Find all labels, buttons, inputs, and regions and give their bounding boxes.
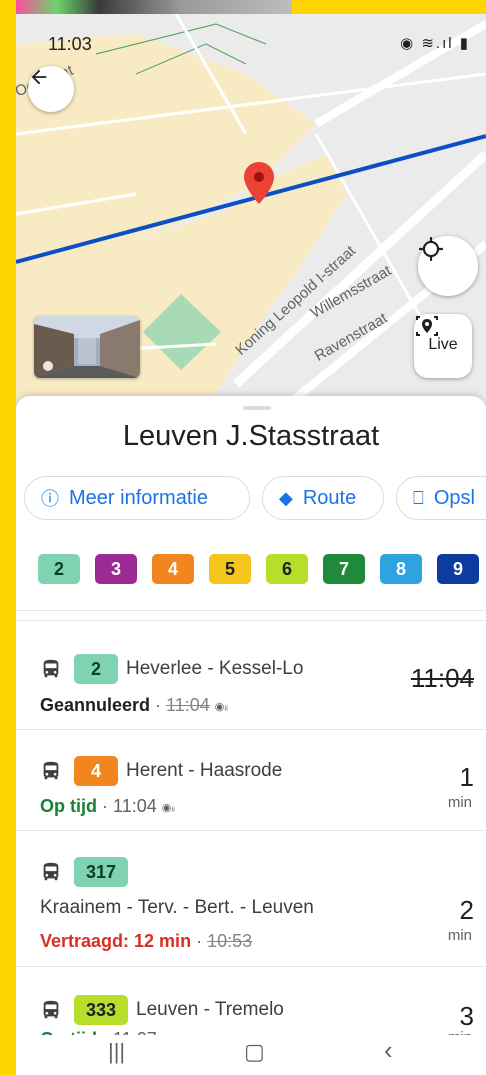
system-nav-bar: ||| ▢ ‹ xyxy=(16,1035,486,1075)
live-view-button[interactable]: Live xyxy=(414,314,472,378)
top-border xyxy=(292,0,486,14)
status-line: Op tijd · 11:04 ◉ᵢᵢ xyxy=(40,796,175,816)
minutes-unit: min xyxy=(447,927,472,944)
scheduled-time: 11:04 xyxy=(166,695,210,715)
map-view[interactable]: Koning Leopold I-straat Willemsstraat Ra… xyxy=(16,14,486,414)
top-photo-strip xyxy=(16,0,292,14)
recents-button[interactable]: ||| xyxy=(108,1039,125,1065)
destination: Heverlee - Kessel-Lo xyxy=(126,658,304,679)
minutes-unit: min xyxy=(447,794,472,811)
scheduled-time: 11:04 xyxy=(113,796,157,816)
street-view-thumbnail[interactable] xyxy=(34,316,140,378)
minutes-until: 2 xyxy=(459,895,474,925)
departure-time: 11:04 xyxy=(410,663,474,693)
back-button[interactable] xyxy=(28,66,74,112)
route-label: Route xyxy=(302,486,357,509)
nav-back-button[interactable]: ‹ xyxy=(384,1035,393,1066)
stop-details-sheet: Leuven J.Stasstraat ⓘ Meer informatie ◆ … xyxy=(16,396,486,1075)
status-icons: ◉ ≋.ıl ▮ xyxy=(400,35,470,52)
route-badge: 2 xyxy=(74,654,118,684)
live-label: Live xyxy=(428,336,458,353)
info-icon: ⓘ xyxy=(41,489,59,509)
destination: Herent - Haasrode xyxy=(126,760,283,781)
line-badge-2[interactable]: 2 xyxy=(38,554,80,584)
live-location-icon xyxy=(416,316,438,336)
route-badge: 333 xyxy=(74,995,128,1025)
status-text: Op tijd xyxy=(40,796,97,816)
directions-icon: ◆ xyxy=(279,487,293,508)
left-border xyxy=(0,0,16,1075)
bus-icon xyxy=(43,862,59,881)
line-badge-7[interactable]: 7 xyxy=(323,554,365,584)
minutes-until: 1 xyxy=(459,762,474,792)
status-time: 11:03 xyxy=(48,34,92,54)
bus-icon xyxy=(43,659,59,678)
status-text: Geannuleerd xyxy=(40,695,151,715)
bus-icon xyxy=(43,1000,59,1019)
line-badge-6[interactable]: 6 xyxy=(266,554,308,584)
line-badge-3[interactable]: 3 xyxy=(95,554,137,584)
sheet-drag-handle[interactable] xyxy=(243,406,271,410)
status-text: Vertraagd: 12 min xyxy=(40,931,192,951)
departure-row-2[interactable]: 2 Heverlee - Kessel-Lo 11:04 Geannuleerd… xyxy=(16,621,486,729)
route-badge: 4 xyxy=(74,756,118,786)
minutes-until: 3 xyxy=(459,1001,474,1031)
line-badge-5[interactable]: 5 xyxy=(209,554,251,584)
save-chip[interactable]: ⎕ Opsl xyxy=(396,476,486,520)
home-button[interactable]: ▢ xyxy=(244,1039,265,1065)
crosshair-icon xyxy=(419,237,443,261)
phone-screen: Koning Leopold I-straat Willemsstraat Ra… xyxy=(16,14,486,1075)
bus-icon xyxy=(43,761,59,780)
bookmark-icon: ⎕ xyxy=(413,487,424,508)
departure-row-333[interactable]: 333 Leuven - Tremelo 3 min Op tijd · 11:… xyxy=(16,967,486,1037)
realtime-icon: ◉ᵢᵢ xyxy=(161,801,175,814)
destination: Leuven - Tremelo xyxy=(136,999,284,1020)
divider xyxy=(16,610,486,611)
status-line: Vertraagd: 12 min · 10:53 xyxy=(40,931,253,951)
status-line: Geannuleerd · 11:04 ◉ᵢᵢ xyxy=(40,695,228,715)
arrow-left-icon xyxy=(31,69,47,85)
departure-row-317[interactable]: 317 Kraainem - Terv. - Bert. - Leuven 2 … xyxy=(16,831,486,966)
line-badge-9[interactable]: 9 xyxy=(437,554,479,584)
departure-row-4[interactable]: 4 Herent - Haasrode 1 min Op tijd · 11:0… xyxy=(16,730,486,830)
destination: Kraainem - Terv. - Bert. - Leuven xyxy=(40,897,314,918)
save-label: Opsl xyxy=(433,486,475,509)
street-view-image xyxy=(34,316,140,378)
scheduled-time: 10:53 xyxy=(207,931,253,951)
route-badge: 317 xyxy=(74,857,128,887)
realtime-icon: ◉ᵢᵢ xyxy=(214,700,228,713)
route-chip[interactable]: ◆ Route xyxy=(262,476,384,520)
map-pin-icon[interactable] xyxy=(244,162,274,204)
line-badge-4[interactable]: 4 xyxy=(152,554,194,584)
my-location-button[interactable] xyxy=(418,236,478,296)
stop-title: Leuven J.Stasstraat xyxy=(122,420,380,452)
more-info-chip[interactable]: ⓘ Meer informatie xyxy=(24,476,250,520)
more-info-label: Meer informatie xyxy=(69,486,208,509)
line-badge-8[interactable]: 8 xyxy=(380,554,422,584)
